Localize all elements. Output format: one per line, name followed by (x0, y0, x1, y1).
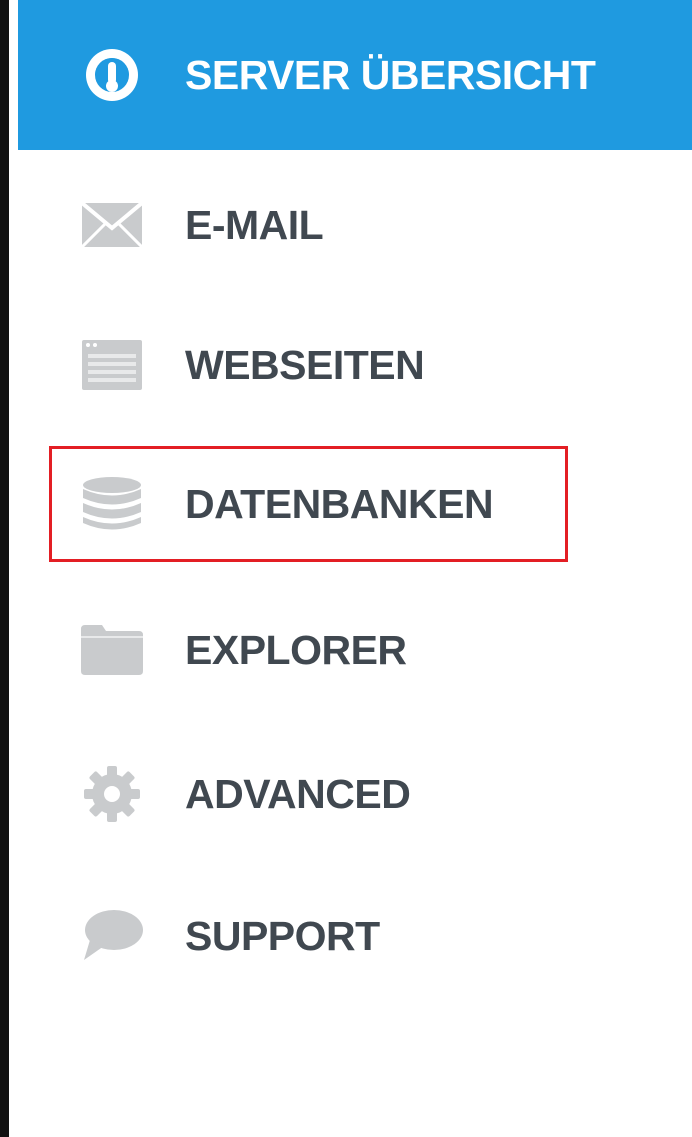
sidebar-item-support[interactable]: SUPPORT (18, 886, 692, 986)
dashboard-gauge-icon (80, 47, 144, 103)
sidebar-item-advanced[interactable]: ADVANCED (18, 744, 692, 844)
sidebar-item-email[interactable]: E-MAIL (18, 175, 692, 275)
speech-bubble-icon (80, 908, 144, 964)
sidebar-item-label: EXPLORER (185, 626, 407, 673)
sidebar-item-label: ADVANCED (185, 770, 411, 817)
sidebar-item-label: SERVER ÜBERSICHT (185, 51, 596, 98)
gear-icon (80, 766, 144, 822)
sidebar-item-label: DATENBANKEN (185, 480, 494, 527)
database-icon (80, 476, 144, 532)
sidebar-item-server-uebersicht[interactable]: SERVER ÜBERSICHT (18, 0, 692, 150)
envelope-icon (80, 197, 144, 253)
folder-icon (80, 622, 144, 678)
sidebar-nav: SERVER ÜBERSICHT E-MAIL WEBSEITEN DATENB… (18, 0, 692, 1137)
sidebar-item-label: SUPPORT (185, 912, 380, 959)
sidebar-item-explorer[interactable]: EXPLORER (18, 600, 692, 700)
browser-window-icon (80, 337, 144, 393)
sidebar-item-webseiten[interactable]: WEBSEITEN (18, 315, 692, 415)
sidebar-item-datenbanken[interactable]: DATENBANKEN (18, 454, 692, 554)
sidebar-item-label: E-MAIL (185, 201, 324, 248)
sidebar-item-label: WEBSEITEN (185, 341, 425, 388)
sidebar-frame: SERVER ÜBERSICHT E-MAIL WEBSEITEN DATENB… (0, 0, 692, 1137)
